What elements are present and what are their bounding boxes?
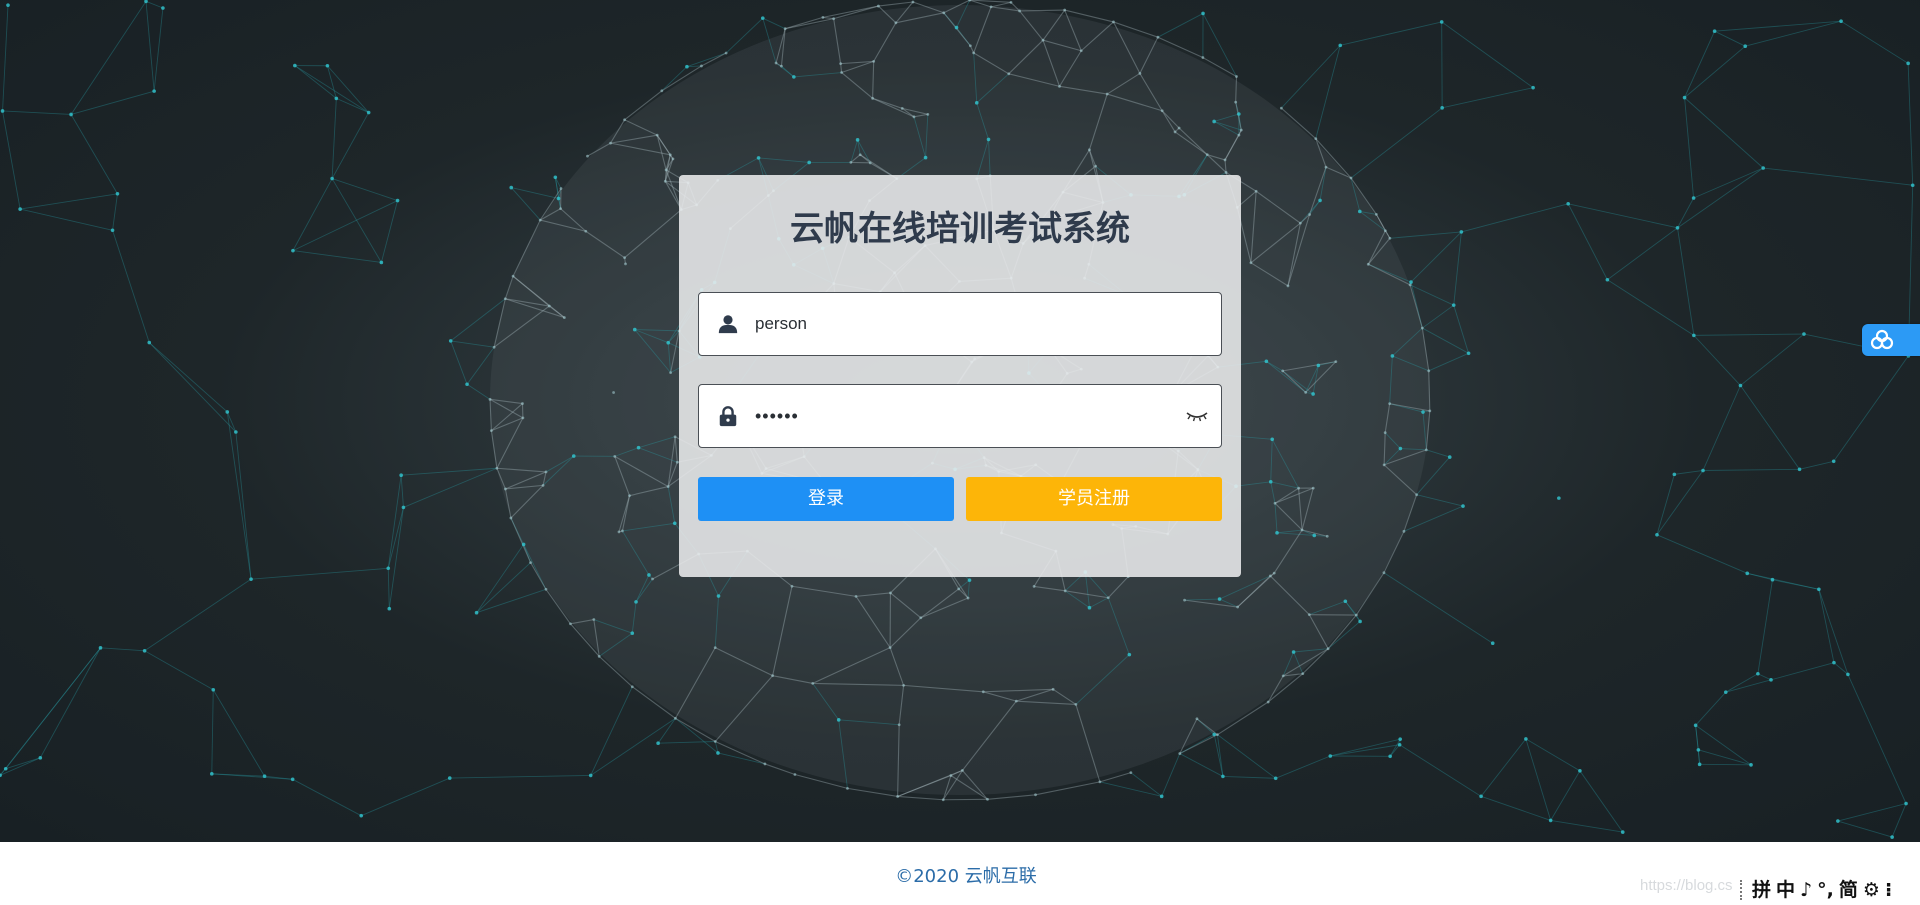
ime-grip[interactable] <box>1740 880 1745 900</box>
username-field[interactable]: person <box>698 292 1222 356</box>
footer: ©2020 云帆互联 https://blog.cs <box>0 842 1920 905</box>
side-widget[interactable] <box>1862 324 1920 356</box>
ime-item-punct[interactable]: °, <box>1817 879 1834 901</box>
lock-icon <box>719 406 737 427</box>
ime-item-simplified[interactable]: 简 <box>1839 879 1858 901</box>
username-value: person <box>755 314 807 333</box>
page-title: 云帆在线培训考试系统 <box>790 209 1130 249</box>
user-icon <box>718 315 738 334</box>
login-card: 云帆在线培训考试系统 person •••••• 登录 学员注册 <box>679 175 1241 577</box>
ime-toolbar[interactable]: 拼 中 ♪ °, 简 ⚙ ⁝ <box>1740 878 1892 902</box>
register-button[interactable]: 学员注册 <box>966 477 1222 521</box>
ime-item-moon[interactable]: ♪ <box>1800 879 1812 901</box>
copyright-text: ©2020 云帆互联 <box>895 866 1037 887</box>
password-value: •••••• <box>755 406 799 426</box>
ime-item-settings[interactable]: ⚙ <box>1863 879 1880 901</box>
login-button[interactable]: 登录 <box>698 477 954 521</box>
eye-closed-icon[interactable] <box>1185 407 1209 425</box>
ime-item-more[interactable]: ⁝ <box>1885 879 1892 901</box>
ime-item-chinese[interactable]: 中 <box>1776 879 1795 901</box>
cloud-icon <box>1870 329 1894 350</box>
password-field[interactable]: •••••• <box>698 384 1222 448</box>
watermark-text: https://blog.cs <box>1640 877 1733 894</box>
ime-item-pinyin[interactable]: 拼 <box>1752 879 1771 901</box>
